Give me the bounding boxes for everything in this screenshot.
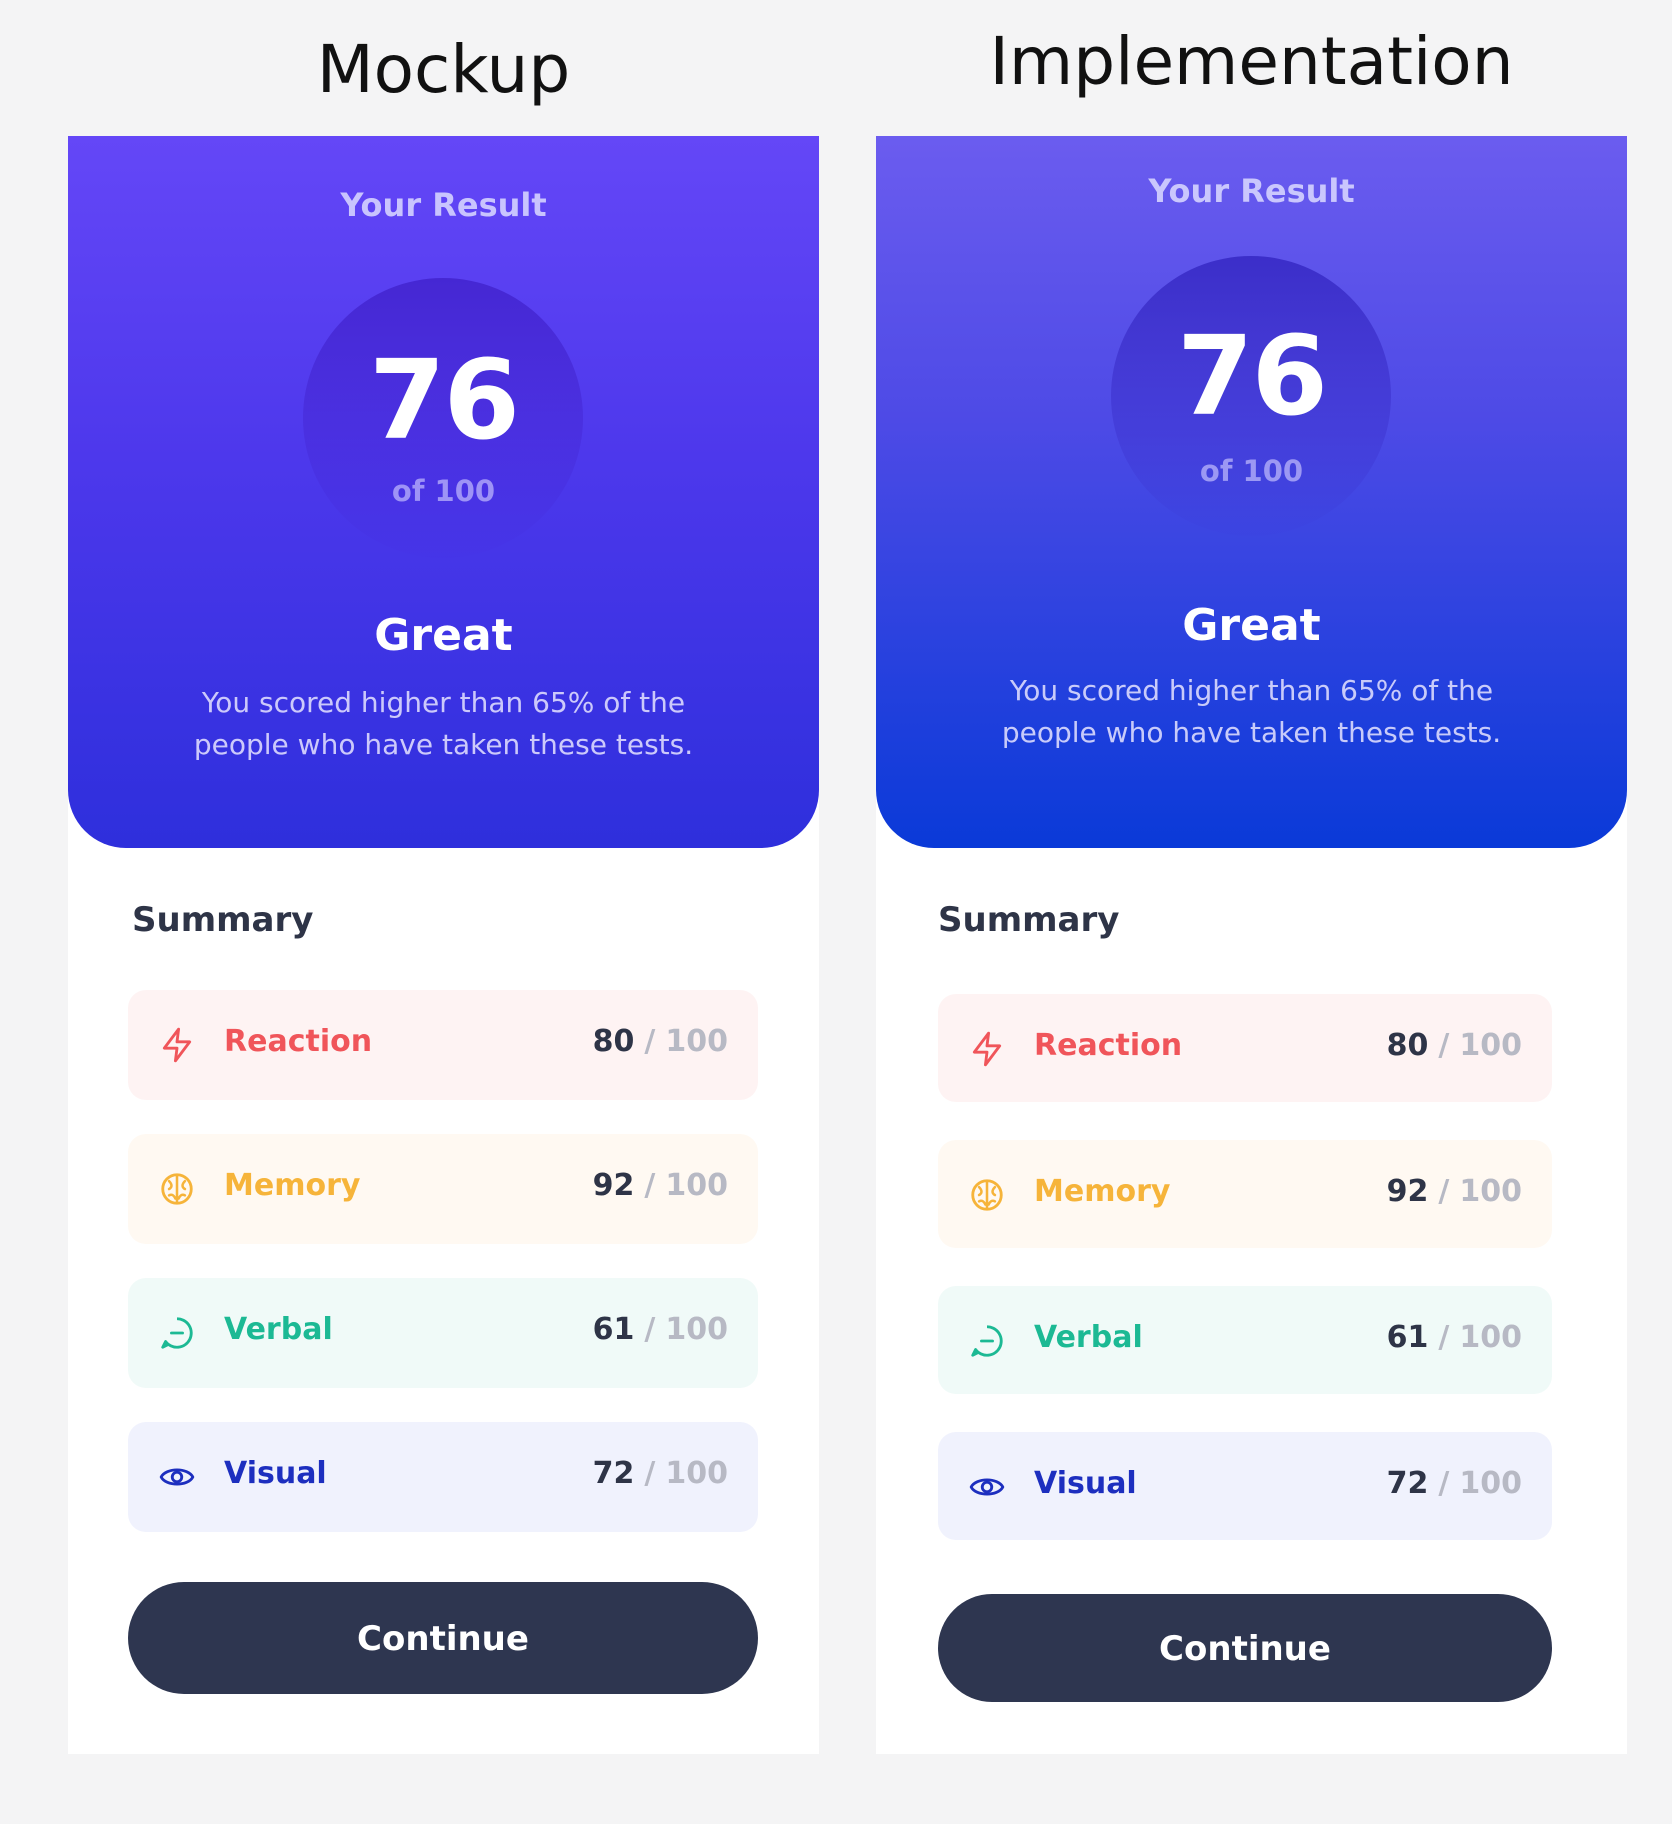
result-hero: Your Result 76 of 100 Great You scored h… xyxy=(876,136,1627,848)
score-max: 100 xyxy=(665,1312,728,1347)
score-separator: / xyxy=(644,1456,656,1491)
summary-label: Reaction xyxy=(224,1024,373,1059)
score-value: 61 xyxy=(592,1312,635,1347)
summary-title: Summary xyxy=(132,900,314,940)
result-title: Your Result xyxy=(340,186,547,224)
chat-bubble-icon xyxy=(971,1325,1003,1357)
score-value: 72 xyxy=(1386,1466,1429,1501)
summary-label: Verbal xyxy=(224,1312,333,1347)
score-of-label: of 100 xyxy=(1199,454,1304,488)
summary-score: 80 / 100 xyxy=(593,1024,728,1059)
summary-score: 61 / 100 xyxy=(593,1312,728,1347)
summary-score: 72 / 100 xyxy=(1387,1466,1522,1501)
summary-label: Memory xyxy=(1034,1174,1171,1209)
result-description: You scored higher than 65% of the people… xyxy=(1001,674,1502,749)
score-value: 80 xyxy=(1386,1028,1429,1063)
score-separator: / xyxy=(644,1168,656,1203)
implementation-card: Your Result 76 of 100 Great You scored h… xyxy=(876,136,1627,1754)
summary-label: Memory xyxy=(224,1168,361,1203)
summary-title: Summary xyxy=(938,900,1120,940)
summary-row-visual: Visual 72 / 100 xyxy=(938,1432,1552,1540)
implementation-heading: Implementation xyxy=(989,23,1514,100)
continue-button[interactable]: Continue xyxy=(128,1582,758,1694)
score-max: 100 xyxy=(665,1456,728,1491)
score-max: 100 xyxy=(1459,1174,1522,1209)
score-value: 92 xyxy=(592,1168,635,1203)
mockup-heading: Mockup xyxy=(316,31,571,108)
summary-row-verbal: Verbal 61 / 100 xyxy=(128,1278,758,1388)
eye-icon xyxy=(969,1478,1005,1496)
score-max: 100 xyxy=(1459,1320,1522,1355)
score-value: 76 xyxy=(368,336,520,464)
summary-score: 72 / 100 xyxy=(593,1456,728,1491)
score-of-label: of 100 xyxy=(391,474,496,508)
score-separator: / xyxy=(644,1312,656,1347)
result-hero: Your Result 76 of 100 Great You scored h… xyxy=(68,136,819,848)
result-description: You scored higher than 65% of the people… xyxy=(193,686,694,761)
summary-score: 92 / 100 xyxy=(1387,1174,1522,1209)
brain-icon xyxy=(161,1173,193,1205)
score-value: 72 xyxy=(592,1456,635,1491)
score-value: 76 xyxy=(1176,312,1328,440)
eye-icon xyxy=(159,1468,195,1486)
score-separator: / xyxy=(1438,1466,1450,1501)
summary-row-reaction: Reaction 80 / 100 xyxy=(938,994,1552,1102)
score-separator: / xyxy=(644,1024,656,1059)
summary-label: Visual xyxy=(224,1456,327,1491)
score-max: 100 xyxy=(665,1168,728,1203)
summary-score: 92 / 100 xyxy=(593,1168,728,1203)
score-separator: / xyxy=(1438,1320,1450,1355)
chat-bubble-icon xyxy=(161,1317,193,1349)
score-separator: / xyxy=(1438,1028,1450,1063)
score-value: 80 xyxy=(592,1024,635,1059)
rating-label: Great xyxy=(374,610,513,661)
mockup-card: Your Result 76 of 100 Great You scored h… xyxy=(68,136,819,1754)
score-max: 100 xyxy=(1459,1466,1522,1501)
lightning-icon xyxy=(972,1031,1002,1067)
continue-button[interactable]: Continue xyxy=(938,1594,1552,1702)
summary-row-memory: Memory 92 / 100 xyxy=(128,1134,758,1244)
score-separator: / xyxy=(1438,1174,1450,1209)
summary-label: Visual xyxy=(1034,1466,1137,1501)
summary-row-verbal: Verbal 61 / 100 xyxy=(938,1286,1552,1394)
result-title: Your Result xyxy=(1148,172,1355,210)
summary-score: 80 / 100 xyxy=(1387,1028,1522,1063)
score-max: 100 xyxy=(665,1024,728,1059)
brain-icon xyxy=(971,1179,1003,1211)
summary-label: Reaction xyxy=(1034,1028,1183,1063)
summary-label: Verbal xyxy=(1034,1320,1143,1355)
score-value: 61 xyxy=(1386,1320,1429,1355)
lightning-icon xyxy=(162,1027,192,1063)
rating-label: Great xyxy=(1182,600,1321,651)
summary-row-visual: Visual 72 / 100 xyxy=(128,1422,758,1532)
score-value: 92 xyxy=(1386,1174,1429,1209)
summary-row-reaction: Reaction 80 / 100 xyxy=(128,990,758,1100)
score-max: 100 xyxy=(1459,1028,1522,1063)
summary-score: 61 / 100 xyxy=(1387,1320,1522,1355)
summary-row-memory: Memory 92 / 100 xyxy=(938,1140,1552,1248)
